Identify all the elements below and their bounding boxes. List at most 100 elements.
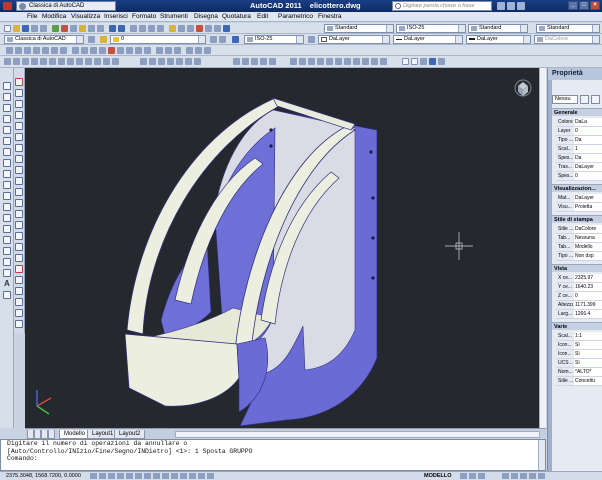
property-section-header[interactable]: Varie — [552, 322, 602, 330]
star-icon[interactable] — [507, 2, 515, 10]
zoom-icon[interactable] — [269, 58, 276, 65]
table-icon[interactable] — [3, 269, 11, 277]
property-row[interactable]: Tipo ... Non dsp — [556, 252, 602, 261]
dim-linear-icon[interactable] — [232, 36, 239, 43]
layer-previous-icon[interactable] — [219, 36, 226, 43]
toggle-pickadd-icon[interactable] — [580, 95, 589, 104]
top-view-icon[interactable] — [290, 58, 297, 65]
menu-disegna[interactable]: Disegna — [194, 13, 218, 21]
stretch-icon[interactable] — [15, 166, 23, 174]
property-row[interactable]: Altezza 1171.399 — [556, 301, 602, 310]
zoom-realtime-icon[interactable] — [139, 25, 146, 32]
trim-icon[interactable] — [15, 177, 23, 185]
lock-icon[interactable] — [511, 473, 518, 479]
menu-strumenti[interactable]: Strumenti — [160, 13, 188, 21]
menu-edit[interactable]: Edit — [257, 13, 268, 21]
tool-palettes-icon[interactable] — [187, 25, 194, 32]
property-value[interactable]: DaColore — [574, 225, 602, 233]
line-icon[interactable] — [3, 82, 11, 90]
break-icon[interactable] — [15, 210, 23, 218]
ucs-3point-icon[interactable] — [76, 58, 83, 65]
menu-file[interactable]: File — [27, 13, 37, 21]
isolate-objects-icon[interactable] — [529, 473, 536, 479]
ucs-zaxis-icon[interactable] — [67, 58, 74, 65]
ucs-world-icon[interactable] — [13, 58, 20, 65]
property-value[interactable]: 0 — [574, 292, 602, 300]
property-row[interactable]: Tab... Modello — [556, 243, 602, 252]
polar-icon[interactable] — [126, 473, 133, 479]
free-orbit-icon[interactable] — [251, 58, 258, 65]
dim-style-combo-2[interactable]: ISO-25 — [244, 35, 304, 44]
otrack-icon[interactable] — [153, 473, 160, 479]
command-line[interactable]: Digitare il numero di operazioni da annu… — [0, 439, 546, 471]
revision-cloud-icon[interactable] — [3, 159, 11, 167]
paste-icon[interactable] — [79, 25, 86, 32]
layer-properties-icon[interactable] — [100, 36, 107, 43]
property-row[interactable]: Stile ... Concettu — [556, 377, 602, 386]
grid-icon[interactable] — [108, 473, 115, 479]
dim-space-icon[interactable] — [99, 47, 106, 54]
preview-icon[interactable] — [40, 25, 47, 32]
se-iso-icon[interactable] — [353, 58, 360, 65]
solid-intersect-icon[interactable] — [15, 298, 23, 306]
mleader-align-icon[interactable] — [204, 47, 211, 54]
make-current-layer-icon[interactable] — [210, 36, 217, 43]
solid-subtract-icon[interactable] — [15, 287, 23, 295]
front-view-icon[interactable] — [326, 58, 333, 65]
ucs-origin-icon[interactable] — [58, 58, 65, 65]
property-row[interactable]: Icon... Sì — [556, 341, 602, 350]
maximize-button[interactable]: □ — [579, 1, 589, 10]
cylinder-icon[interactable] — [176, 58, 183, 65]
property-section-header[interactable]: Vista — [552, 264, 602, 272]
blend-curves-icon[interactable] — [15, 254, 23, 262]
jogged-linear-icon[interactable] — [144, 47, 151, 54]
ducs-icon[interactable] — [162, 473, 169, 479]
horizontal-scrollbar[interactable] — [175, 431, 540, 438]
nw-iso-icon[interactable] — [371, 58, 378, 65]
property-row[interactable]: Visu... Proietta — [556, 203, 602, 212]
copy-object-icon[interactable] — [15, 89, 23, 97]
property-value[interactable]: Sì — [574, 341, 602, 349]
menu-finestra[interactable]: Finestra — [318, 13, 341, 21]
dim-break-icon[interactable] — [108, 47, 115, 54]
ellipse-arc-icon[interactable] — [3, 192, 11, 200]
solid-union-icon[interactable] — [15, 276, 23, 284]
center-mark-icon[interactable] — [126, 47, 133, 54]
drawing-viewport[interactable] — [25, 68, 546, 428]
property-row[interactable]: Spes... 0 — [556, 172, 602, 181]
fillet-icon[interactable] — [15, 243, 23, 251]
clean-screen-icon[interactable] — [538, 473, 545, 479]
property-value[interactable]: DaLayer — [574, 194, 602, 202]
ortho-icon[interactable] — [117, 473, 124, 479]
menu-formato[interactable]: Formato — [132, 13, 156, 21]
property-value[interactable]: Proietta — [574, 203, 602, 211]
transparency-icon[interactable] — [189, 473, 196, 479]
property-value[interactable]: 1266.4 — [574, 310, 602, 318]
quick-properties-icon[interactable] — [198, 473, 205, 479]
property-value[interactable]: Sì — [574, 350, 602, 358]
property-value[interactable]: *ALTO* — [574, 368, 602, 376]
array-icon[interactable] — [15, 122, 23, 130]
ucs-view-icon[interactable] — [49, 58, 56, 65]
tab-nav-next-icon[interactable] — [41, 430, 48, 439]
chamfer-icon[interactable] — [15, 232, 23, 240]
property-value[interactable]: 1 — [574, 145, 602, 153]
dim-radius-icon[interactable] — [33, 47, 40, 54]
help-icon[interactable] — [517, 2, 525, 10]
insert-block-icon[interactable] — [3, 203, 11, 211]
right-view-icon[interactable] — [317, 58, 324, 65]
hidden-icon[interactable] — [420, 58, 427, 65]
search-input[interactable]: Digitare parola chiave o frase — [392, 1, 492, 11]
workspace-selector[interactable]: Classica di AutoCAD — [16, 1, 116, 11]
continuous-orbit-icon[interactable] — [260, 58, 267, 65]
menu-visualizza[interactable]: Visualizza — [71, 13, 100, 21]
property-row[interactable]: Y ce... 1640.23 — [556, 283, 602, 292]
dim-edit-icon[interactable] — [156, 47, 163, 54]
property-value[interactable]: Non dsp — [574, 252, 602, 260]
property-section-header[interactable]: Visualizzazion... — [552, 184, 602, 192]
add-selected-icon[interactable] — [3, 291, 11, 299]
point-icon[interactable] — [3, 225, 11, 233]
dim-update-icon[interactable] — [174, 47, 181, 54]
quick-dim-icon[interactable] — [72, 47, 79, 54]
join-icon[interactable] — [15, 221, 23, 229]
